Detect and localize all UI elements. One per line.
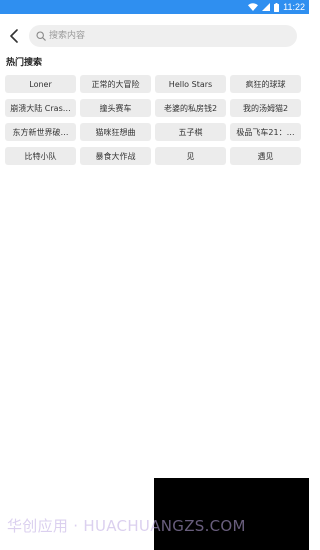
hot-tag[interactable]: 比特小队 xyxy=(5,147,76,165)
hot-tag[interactable]: 五子棋 xyxy=(155,123,226,141)
hot-tag[interactable]: 极品飞车21：… xyxy=(230,123,301,141)
wifi-icon xyxy=(248,3,259,11)
search-icon xyxy=(36,31,46,41)
hot-tag[interactable]: 猫咪狂想曲 xyxy=(80,123,151,141)
hot-search-title: 热门搜索 xyxy=(6,58,43,68)
hot-tag[interactable]: 东方新世界破… xyxy=(5,123,76,141)
back-button[interactable] xyxy=(4,26,24,48)
watermark: 华创应用 · HUACHUANGZS.COM xyxy=(7,517,246,535)
top-bar xyxy=(0,24,309,50)
status-bar: 11:22 xyxy=(0,0,309,14)
search-input[interactable] xyxy=(49,26,279,46)
hot-tag[interactable]: Loner xyxy=(5,75,76,93)
chevron-left-icon xyxy=(9,28,19,47)
hot-tag[interactable]: 疯狂的球球 xyxy=(230,75,301,93)
hot-tag[interactable]: 正常的大冒险 xyxy=(80,75,151,93)
signal-icon xyxy=(262,3,271,11)
hot-tag[interactable]: 撞头赛车 xyxy=(80,99,151,117)
search-box[interactable] xyxy=(29,25,297,47)
hot-tag[interactable]: Hello Stars xyxy=(155,75,226,93)
battery-icon xyxy=(274,2,280,12)
hot-tag[interactable]: 我的汤姆猫2 xyxy=(230,99,301,117)
black-overlay xyxy=(154,478,309,550)
hot-tag[interactable]: 崩溃大陆 Cras… xyxy=(5,99,76,117)
hot-tag[interactable]: 老婆的私房钱2 xyxy=(155,99,226,117)
hot-tag[interactable]: 见 xyxy=(155,147,226,165)
hot-search-tags: Loner 正常的大冒险 Hello Stars 疯狂的球球 崩溃大陆 Cras… xyxy=(5,75,303,165)
hot-tag[interactable]: 暴食大作战 xyxy=(80,147,151,165)
hot-tag[interactable]: 遇见 xyxy=(230,147,301,165)
status-time: 11:22 xyxy=(283,2,305,12)
